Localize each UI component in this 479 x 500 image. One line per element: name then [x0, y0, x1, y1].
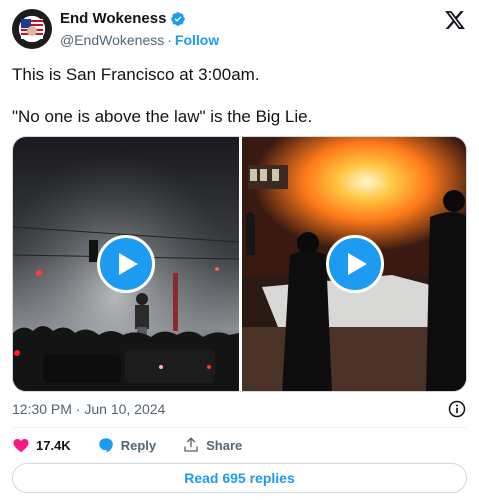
avatar[interactable]: [12, 9, 52, 49]
share-icon: [184, 437, 198, 452]
read-replies-button[interactable]: Read 695 replies: [12, 463, 467, 493]
author-handle[interactable]: @EndWokeness: [60, 32, 164, 48]
follow-button[interactable]: Follow: [175, 32, 219, 48]
author-name-row: End Wokeness: [60, 10, 186, 27]
like-count: 17.4K: [36, 437, 71, 453]
reply-bubble-icon: [98, 438, 113, 453]
separator-dot: ·: [167, 32, 172, 48]
heart-icon: [13, 439, 29, 453]
reply-button[interactable]: Reply: [97, 436, 156, 454]
play-icon: [348, 253, 367, 275]
play-icon: [119, 253, 138, 275]
share-label: Share: [206, 437, 243, 453]
embedded-tweet-card: End Wokeness @EndWokeness · Follow This …: [0, 0, 479, 500]
flag-emblem-icon: [21, 19, 43, 39]
divider: [12, 427, 467, 428]
play-button[interactable]: [97, 235, 155, 293]
author-handle-row: @EndWokeness · Follow: [60, 32, 219, 48]
play-button[interactable]: [326, 235, 384, 293]
tweet-text-line-1: This is San Francisco at 3:00am.: [12, 65, 260, 84]
tweet-actions: 17.4K Reply Share: [12, 434, 268, 456]
info-icon[interactable]: [447, 399, 467, 419]
media-grid: [12, 136, 467, 392]
reply-label: Reply: [120, 437, 157, 453]
author-display-name[interactable]: End Wokeness: [60, 10, 166, 27]
share-button[interactable]: Share: [182, 436, 242, 454]
like-button[interactable]: 17.4K: [12, 436, 71, 454]
verified-badge-icon: [171, 11, 186, 26]
video-thumbnail-crowd[interactable]: [13, 137, 239, 391]
tweet-text-line-2: "No one is above the law" is the Big Lie…: [12, 107, 313, 126]
x-logo-icon[interactable]: [444, 9, 466, 31]
tweet-timestamp[interactable]: 12:30 PM · Jun 10, 2024: [12, 401, 165, 417]
video-thumbnail-fire[interactable]: [242, 137, 466, 391]
